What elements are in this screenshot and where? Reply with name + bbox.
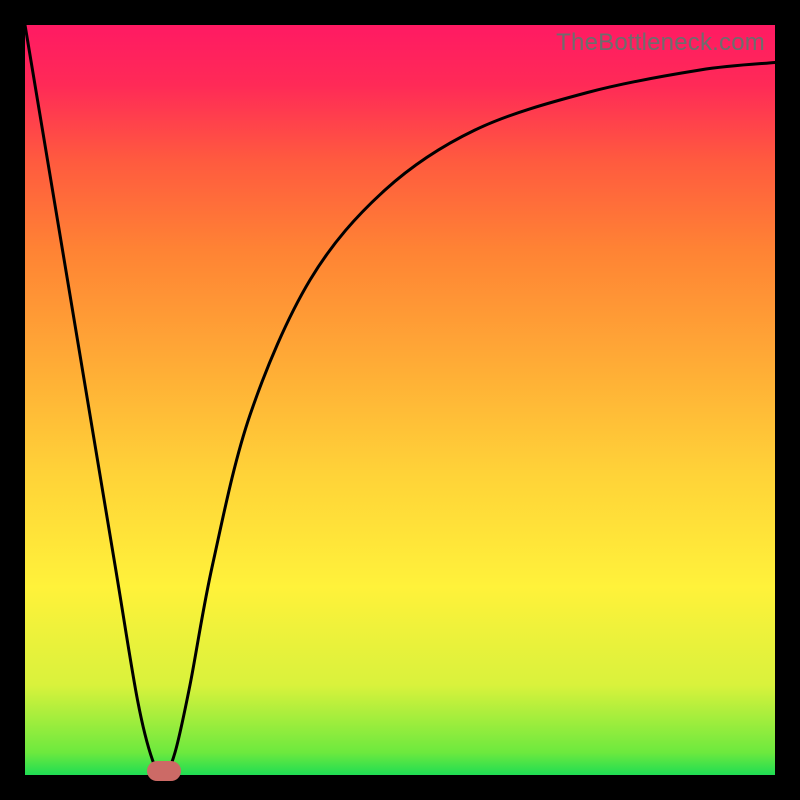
bottleneck-curve (25, 25, 775, 775)
plot-area: TheBottleneck.com (25, 25, 775, 775)
optimum-marker (147, 761, 181, 781)
chart-frame: TheBottleneck.com (0, 0, 800, 800)
